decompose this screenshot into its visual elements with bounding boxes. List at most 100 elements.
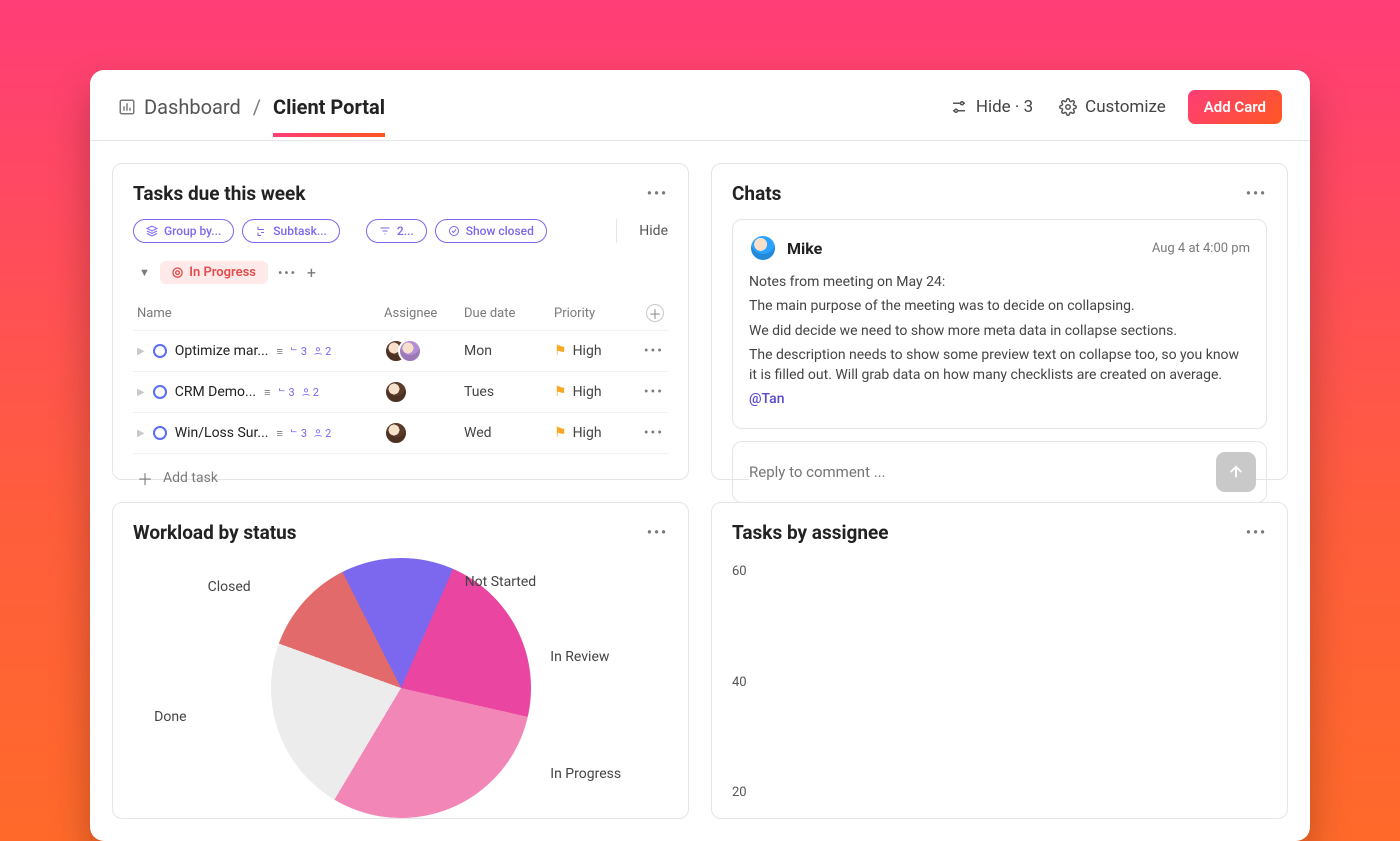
- card-more-button[interactable]: •••: [1246, 525, 1267, 541]
- task-title: Optimize mar...: [175, 343, 269, 359]
- chat-line: Notes from meeting on May 24:: [749, 272, 1250, 292]
- subtask-count: 3: [277, 386, 295, 399]
- status-label: In Progress: [189, 265, 256, 280]
- description-icon: ≡: [277, 427, 283, 440]
- y-tick: 20: [732, 785, 747, 800]
- subtasks-chip[interactable]: Subtask...: [242, 219, 340, 243]
- card-more-button[interactable]: •••: [647, 525, 668, 541]
- breadcrumb-separator: /: [253, 95, 261, 119]
- check-circle-icon: [448, 225, 460, 237]
- status-pill: In Progress: [160, 261, 268, 284]
- add-status-button[interactable]: +: [307, 263, 316, 282]
- flag-icon: ⚑: [554, 384, 567, 400]
- expand-icon[interactable]: ▶: [137, 346, 145, 357]
- dashboard-icon: [118, 98, 136, 116]
- show-closed-label: Show closed: [466, 224, 534, 238]
- gear-icon: [1059, 98, 1077, 116]
- group-by-chip[interactable]: Group by...: [133, 219, 234, 243]
- description-icon: ≡: [264, 386, 270, 399]
- chats-card: Chats ••• Mike Aug 4 at 4:00 pm Notes fr…: [711, 163, 1288, 480]
- show-closed-chip[interactable]: Show closed: [435, 219, 547, 243]
- row-more-button[interactable]: •••: [644, 343, 664, 359]
- app-panel: Dashboard / Client Portal Hide · 3 Custo…: [90, 70, 1310, 841]
- row-more-button[interactable]: •••: [644, 384, 664, 400]
- chat-message: Mike Aug 4 at 4:00 pm Notes from meeting…: [732, 219, 1267, 429]
- plus-icon: ＋: [137, 466, 153, 490]
- send-button[interactable]: [1216, 452, 1256, 492]
- flag-icon: ⚑: [554, 343, 567, 359]
- task-title: CRM Demo...: [175, 384, 256, 400]
- status-more-button[interactable]: •••: [278, 266, 297, 280]
- subtask-count: 3: [289, 427, 307, 440]
- chat-line: The description needs to show some previ…: [749, 345, 1250, 386]
- chat-line: The main purpose of the meeting was to d…: [749, 296, 1250, 316]
- expand-icon[interactable]: ▶: [137, 428, 145, 439]
- chat-timestamp: Aug 4 at 4:00 pm: [1152, 241, 1250, 256]
- filter-count-chip[interactable]: 2...: [366, 219, 427, 243]
- due-date: Mon: [464, 343, 554, 359]
- assignee-cell[interactable]: [384, 339, 464, 363]
- filter-count-label: 2...: [397, 224, 414, 238]
- due-date: Wed: [464, 425, 554, 441]
- y-tick: 60: [732, 564, 747, 579]
- status-group-header[interactable]: ▼ In Progress ••• +: [133, 257, 668, 296]
- breadcrumb: Dashboard / Client Portal: [118, 95, 385, 119]
- subtasks-label: Subtask...: [273, 224, 327, 238]
- filter-icon: [379, 225, 391, 237]
- assignee-cell[interactable]: [384, 380, 464, 404]
- top-bar: Dashboard / Client Portal Hide · 3 Custo…: [90, 70, 1310, 141]
- card-more-button[interactable]: •••: [647, 186, 668, 202]
- priority-cell: ⚑High: [554, 384, 634, 400]
- hide-filters-button[interactable]: Hide: [639, 223, 668, 239]
- table-header: Name Assignee Due date Priority ＋: [133, 296, 668, 331]
- table-row[interactable]: ▶ Optimize mar... ≡ 3 2 Mon ⚑High •••: [133, 331, 668, 372]
- avatar: [384, 380, 408, 404]
- priority-cell: ⚑High: [554, 425, 634, 441]
- row-more-button[interactable]: •••: [644, 425, 664, 441]
- status-circle-icon[interactable]: [153, 344, 167, 358]
- assignee-card: Tasks by assignee ••• 604020: [711, 502, 1288, 819]
- tasks-due-card: Tasks due this week ••• Group by... Subt…: [112, 163, 689, 480]
- hide-cards-button[interactable]: Hide · 3: [950, 97, 1033, 117]
- subtask-icon: [255, 225, 267, 237]
- card-title: Tasks by assignee: [732, 521, 889, 544]
- add-task-label: Add task: [163, 470, 218, 486]
- expand-icon[interactable]: ▶: [137, 387, 145, 398]
- reply-input[interactable]: [749, 463, 1216, 481]
- add-card-button[interactable]: Add Card: [1188, 90, 1282, 124]
- card-grid: Tasks due this week ••• Group by... Subt…: [90, 141, 1310, 841]
- avatar: [398, 339, 422, 363]
- status-circle-icon[interactable]: [153, 385, 167, 399]
- chat-author: Mike: [787, 239, 822, 258]
- breadcrumb-root[interactable]: Dashboard: [118, 95, 241, 119]
- subtask-count: 3: [289, 345, 307, 358]
- task-title: Win/Loss Sur...: [175, 425, 269, 441]
- chat-line: We did decide we need to show more meta …: [749, 321, 1250, 341]
- customize-button[interactable]: Customize: [1059, 97, 1166, 117]
- status-circle-icon[interactable]: [153, 426, 167, 440]
- watcher-count: 2: [313, 427, 331, 440]
- breadcrumb-current[interactable]: Client Portal: [273, 95, 385, 119]
- sliders-icon: [950, 98, 968, 116]
- assignee-cell[interactable]: [384, 421, 464, 445]
- group-by-label: Group by...: [164, 224, 221, 238]
- avatar: [384, 421, 408, 445]
- pie-label: Done: [154, 709, 186, 725]
- avatar: [749, 234, 777, 262]
- table-row[interactable]: ▶ CRM Demo... ≡ 3 2 Tues ⚑High •••: [133, 372, 668, 413]
- arrow-up-icon: [1227, 463, 1245, 481]
- flag-icon: ⚑: [554, 425, 567, 441]
- card-title: Chats: [732, 182, 781, 205]
- card-more-button[interactable]: •••: [1246, 186, 1267, 202]
- description-icon: ≡: [276, 345, 282, 358]
- breadcrumb-root-label: Dashboard: [144, 95, 241, 119]
- table-row[interactable]: ▶ Win/Loss Sur... ≡ 3 2 Wed ⚑High •••: [133, 413, 668, 454]
- pie-label: In Review: [550, 649, 609, 665]
- chevron-down-icon: ▼: [139, 266, 150, 279]
- filter-chips-row: Group by... Subtask... 2...: [133, 219, 668, 243]
- add-column-button[interactable]: ＋: [646, 304, 664, 322]
- bar-chart: 604020: [732, 558, 1267, 800]
- pie-label: Not Started: [465, 574, 537, 590]
- add-task-button[interactable]: ＋ Add task: [133, 454, 668, 502]
- mention-link[interactable]: @Tan: [749, 391, 785, 407]
